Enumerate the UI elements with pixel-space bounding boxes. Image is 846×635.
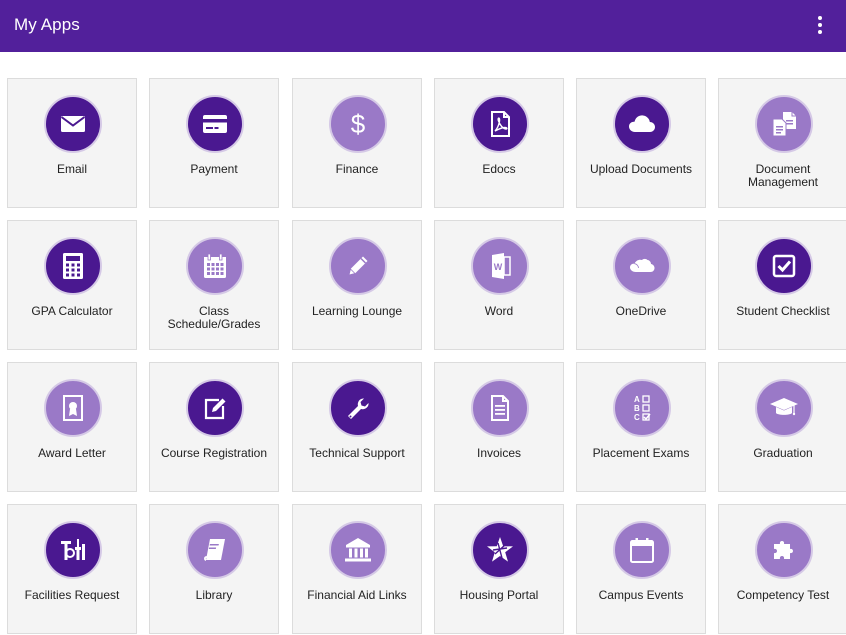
app-label: Graduation [753,446,813,460]
app-label: GPA Calculator [31,304,113,318]
app-tile-payment[interactable]: Payment [149,78,279,208]
app-label: Edocs [482,162,516,176]
certificate-icon [44,379,102,437]
app-label: Upload Documents [589,162,693,176]
app-label: OneDrive [615,304,667,318]
app-tile-invoices[interactable]: Invoices [434,362,564,492]
cloud-icon [613,95,671,153]
dollar-icon: $ [329,95,387,153]
app-header: My Apps [0,0,846,52]
tools-icon [44,521,102,579]
star-logo-icon [471,521,529,579]
app-tile-upload-documents[interactable]: Upload Documents [576,78,706,208]
app-label: Learning Lounge [311,304,403,318]
svg-text:B: B [634,404,640,413]
app-tile-edocs[interactable]: Edocs [434,78,564,208]
app-tile-email[interactable]: Email [7,78,137,208]
credit-card-icon [186,95,244,153]
abc-test-icon: ABC [613,379,671,437]
app-label: Word [484,304,514,318]
calculator-icon [44,237,102,295]
app-tile-campus-events[interactable]: Campus Events [576,504,706,634]
app-tile-technical-support[interactable]: Technical Support [292,362,422,492]
calendar-blank-icon [613,521,671,579]
page-title: My Apps [14,15,80,34]
svg-text:W: W [494,262,503,272]
app-label: Finance [335,162,379,176]
svg-text:A: A [634,395,640,404]
onedrive-icon [613,237,671,295]
calendar-icon [186,237,244,295]
app-label: Housing Portal [459,588,539,602]
app-label: Student Checklist [736,304,830,318]
more-vert-icon[interactable] [808,10,832,40]
word-icon: W [471,237,529,295]
app-label: Campus Events [598,588,684,602]
app-label: Technical Support [309,446,405,460]
book-icon [186,521,244,579]
documents-icon [755,95,813,153]
app-label: Placement Exams [592,446,690,460]
app-label: Email [56,162,87,176]
pdf-icon [471,95,529,153]
app-tile-finance[interactable]: $ Finance [292,78,422,208]
app-tile-gpa-calculator[interactable]: GPA Calculator [7,220,137,350]
pencil-icon [329,237,387,295]
wrench-icon [329,379,387,437]
svg-text:C: C [634,413,640,422]
app-tile-onedrive[interactable]: OneDrive [576,220,706,350]
app-tile-library[interactable]: Library [149,504,279,634]
checkbox-icon [755,237,813,295]
app-tile-placement-exams[interactable]: ABC Placement Exams [576,362,706,492]
app-tile-document-management[interactable]: Document Management [718,78,846,208]
bank-icon [329,521,387,579]
app-label: Course Registration [160,446,268,460]
app-label: Library [195,588,233,602]
app-label: Financial Aid Links [307,588,407,602]
app-tile-learning-lounge[interactable]: Learning Lounge [292,220,422,350]
app-label: Facilities Request [24,588,120,602]
app-tile-competency-test[interactable]: Competency Test [718,504,846,634]
svg-text:$: $ [351,109,366,139]
app-tile-financial-aid-links[interactable]: Financial Aid Links [292,504,422,634]
app-tile-student-checklist[interactable]: Student Checklist [718,220,846,350]
app-tile-award-letter[interactable]: Award Letter [7,362,137,492]
app-label: Class Schedule/Grades [167,304,261,331]
app-label: Competency Test [736,588,830,602]
app-label: Award Letter [38,446,106,460]
graduation-cap-icon [755,379,813,437]
app-tile-class-schedule[interactable]: Class Schedule/Grades [149,220,279,350]
edit-icon [186,379,244,437]
email-icon [44,95,102,153]
invoice-icon [471,379,529,437]
app-tile-word[interactable]: W Word [434,220,564,350]
app-label: Document Management [747,162,819,189]
app-tile-housing-portal[interactable]: Housing Portal [434,504,564,634]
app-tile-graduation[interactable]: Graduation [718,362,846,492]
app-tile-facilities-request[interactable]: Facilities Request [7,504,137,634]
app-label: Payment [190,162,238,176]
app-label: Invoices [476,446,522,460]
app-tile-course-registration[interactable]: Course Registration [149,362,279,492]
puzzle-icon [755,521,813,579]
